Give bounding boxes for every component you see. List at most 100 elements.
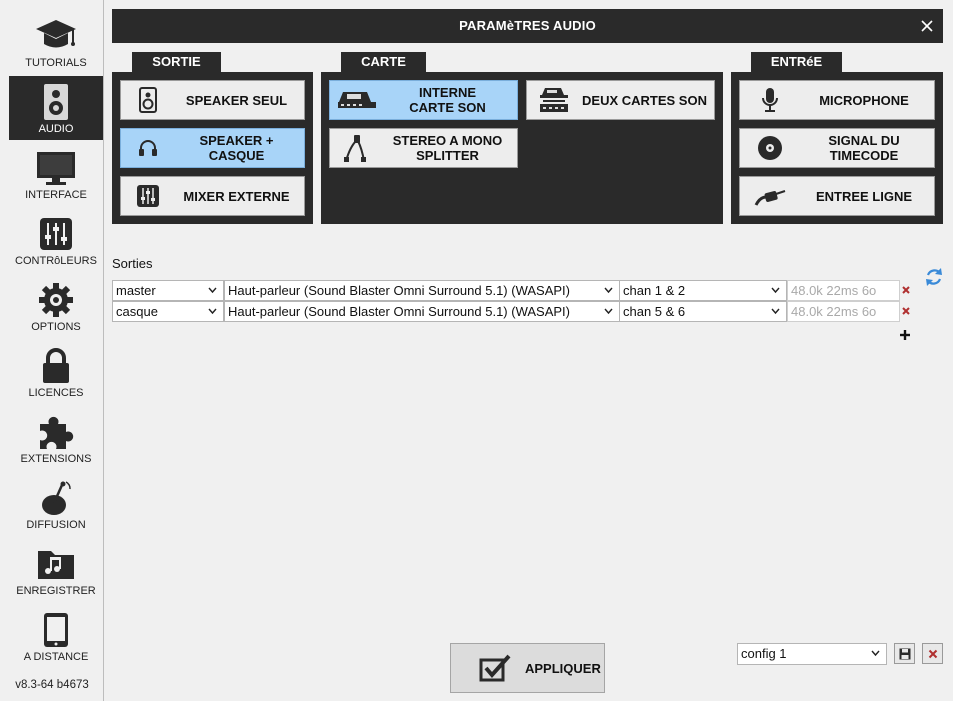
speaker-icon: [121, 81, 175, 119]
output-row: casque Haut-parleur (Sound Blaster Omni …: [112, 301, 912, 322]
output-device-value: Haut-parleur (Sound Blaster Omni Surroun…: [228, 304, 570, 319]
output-channels-select[interactable]: chan 5 & 6: [619, 301, 787, 322]
sidebar-item-audio[interactable]: AUDIO: [9, 76, 103, 140]
chevron-down-icon: [604, 287, 613, 294]
add-icon[interactable]: [899, 329, 911, 341]
sidebar-item-label: ENREGISTRER: [16, 585, 96, 597]
sidebar-item-licences[interactable]: LICENCES: [9, 340, 103, 404]
chevron-down-icon: [871, 650, 880, 657]
sortie-panel: SPEAKER SEUL SPEAKER + CASQUE MIXER EXTE…: [112, 72, 313, 224]
close-icon[interactable]: [917, 16, 937, 36]
output-latency: 48.0k 22ms 6o: [787, 280, 900, 301]
sidebar-item-label: EXTENSIONS: [20, 453, 92, 465]
sidebar-item-label: AUDIO: [38, 123, 74, 135]
graduation-cap-icon: [9, 16, 103, 56]
config-select[interactable]: config 1: [737, 643, 887, 665]
tablet-icon: [9, 610, 103, 650]
speaker-casque-button[interactable]: SPEAKER + CASQUE: [120, 128, 305, 168]
sidebar-item-a-distance[interactable]: A DISTANCE: [9, 604, 103, 668]
floppy-disk-icon: [899, 648, 910, 659]
refresh-icon[interactable]: [924, 266, 944, 288]
microphone-icon: [740, 81, 800, 119]
entree-ligne-label: ENTREE LIGNE: [815, 188, 913, 204]
sidebar-item-label: CONTRôLEURS: [15, 255, 97, 267]
broadcast-icon: [9, 478, 103, 518]
monitor-icon: [9, 148, 103, 188]
sidebar-item-tutorials[interactable]: TUTORIALS: [9, 10, 103, 74]
checkbox-check-icon: [479, 654, 511, 682]
puzzle-icon: [9, 412, 103, 452]
outputs-label: Sorties: [112, 256, 153, 271]
output-latency: 48.0k 22ms 6o: [787, 301, 900, 322]
speaker-seul-label: SPEAKER SEUL: [185, 92, 288, 108]
delete-icon[interactable]: [900, 284, 912, 296]
microphone-label: MICROPHONE: [819, 92, 909, 108]
output-row: master Haut-parleur (Sound Blaster Omni …: [112, 280, 912, 301]
delete-icon: [928, 649, 937, 658]
output-name-value: master: [116, 283, 156, 298]
apply-button[interactable]: APPLIQUER: [450, 643, 605, 693]
sidebar-item-enregistrer[interactable]: ENREGISTRER: [9, 538, 103, 602]
speaker-casque-label: SPEAKER + CASQUE: [199, 133, 274, 163]
splitter-cable-icon: [330, 129, 384, 167]
tab-entree: ENTRéE: [751, 52, 842, 73]
sidebar-item-controleurs[interactable]: CONTRôLEURS: [9, 208, 103, 272]
jack-cable-icon: [740, 177, 800, 215]
deux-cartes-son-button[interactable]: DEUX CARTES SON: [526, 80, 715, 120]
tab-sortie: SORTIE: [132, 52, 221, 73]
title-bar: PARAMèTRES AUDIO: [112, 9, 943, 43]
sidebar-item-label: OPTIONS: [31, 321, 81, 333]
two-soundcards-icon: [527, 81, 581, 119]
lock-icon: [9, 346, 103, 386]
output-device-select[interactable]: Haut-parleur (Sound Blaster Omni Surroun…: [224, 280, 620, 301]
carte-panel: INTERNE CARTE SON DEUX CARTES SON STEREO…: [321, 72, 723, 224]
microphone-button[interactable]: MICROPHONE: [739, 80, 935, 120]
output-device-select[interactable]: Haut-parleur (Sound Blaster Omni Surroun…: [224, 301, 620, 322]
sidebar: TUTORIALS AUDIO INTERFACE CONTRôLEURS OP…: [0, 0, 104, 701]
sidebar-item-label: LICENCES: [28, 387, 84, 399]
stereo-mono-splitter-label: STEREO A MONO SPLITTER: [392, 133, 503, 163]
entree-ligne-button[interactable]: ENTREE LIGNE: [739, 176, 935, 216]
signal-timecode-button[interactable]: SIGNAL DU TIMECODE: [739, 128, 935, 168]
vinyl-icon: [740, 129, 800, 167]
mixer-externe-label: MIXER EXTERNE: [183, 188, 290, 204]
save-config-button[interactable]: [894, 643, 915, 664]
soundcard-icon: [330, 81, 384, 119]
stereo-mono-splitter-button[interactable]: STEREO A MONO SPLITTER: [329, 128, 518, 168]
version-label: v8.3-64 b4673: [15, 679, 89, 691]
output-name-select[interactable]: master: [112, 280, 224, 301]
sidebar-item-options[interactable]: OPTIONS: [9, 274, 103, 338]
sliders-icon: [9, 214, 103, 254]
interne-carte-son-button[interactable]: INTERNE CARTE SON: [329, 80, 518, 120]
mixer-externe-button[interactable]: MIXER EXTERNE: [120, 176, 305, 216]
speaker-seul-button[interactable]: SPEAKER SEUL: [120, 80, 305, 120]
sidebar-item-label: TUTORIALS: [25, 57, 87, 69]
tab-carte: CARTE: [341, 52, 426, 73]
window-title: PARAMèTRES AUDIO: [459, 18, 596, 33]
chevron-down-icon: [771, 308, 780, 315]
delete-icon[interactable]: [900, 305, 912, 317]
delete-config-button[interactable]: [922, 643, 943, 664]
chevron-down-icon: [771, 287, 780, 294]
chevron-down-icon: [208, 287, 217, 294]
output-channels-select[interactable]: chan 1 & 2: [619, 280, 787, 301]
chevron-down-icon: [604, 308, 613, 315]
config-value: config 1: [741, 646, 787, 661]
deux-cartes-son-label: DEUX CARTES SON: [582, 92, 707, 108]
sidebar-item-extensions[interactable]: EXTENSIONS: [9, 406, 103, 470]
sidebar-item-diffusion[interactable]: DIFFUSION: [9, 472, 103, 536]
apply-label: APPLIQUER: [525, 660, 601, 676]
sidebar-item-label: A DISTANCE: [23, 651, 89, 663]
sidebar-item-label: DIFFUSION: [26, 519, 86, 531]
output-channels-value: chan 1 & 2: [623, 283, 686, 298]
mixer-icon: [121, 177, 175, 215]
sidebar-item-label: INTERFACE: [25, 189, 87, 201]
entree-panel: MICROPHONE SIGNAL DU TIMECODE ENTREE LIG…: [731, 72, 943, 224]
sidebar-item-interface[interactable]: INTERFACE: [9, 142, 103, 206]
headphones-icon: [121, 129, 175, 167]
music-folder-icon: [9, 544, 103, 584]
speaker-icon: [9, 82, 103, 122]
output-name-select[interactable]: casque: [112, 301, 224, 322]
gear-icon: [9, 280, 103, 320]
output-name-value: casque: [116, 304, 158, 319]
